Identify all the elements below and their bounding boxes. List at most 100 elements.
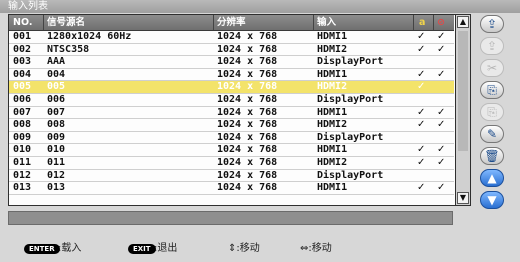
cell-name: AAA (47, 56, 66, 68)
cell-name: 010 (47, 144, 66, 156)
cell-resolution: 1024 x 768 (217, 81, 278, 93)
cell-no: 009 (13, 131, 32, 143)
lock-check-icon: ✓ (417, 144, 426, 156)
lock-check-icon: ✓ (417, 31, 426, 42)
lock-check-icon: ✓ (417, 119, 426, 131)
updown-help-text: ⇕:移动 (228, 243, 260, 254)
cell-name: 009 (47, 131, 66, 143)
scroll-down-arrow-icon[interactable]: ▼ (457, 192, 469, 204)
cell-resolution: 1024 x 768 (217, 119, 278, 131)
move-up-icon: ▲ (487, 171, 497, 185)
lock-check-icon: ✓ (417, 106, 426, 118)
table-row[interactable]: 004 004 1024 x 768 HDMI1 ✓ ✓ (9, 69, 454, 82)
upload-disabled-icon: ⇪ (486, 39, 498, 53)
delete-icon: 🗑 (484, 149, 500, 163)
cell-resolution: 1024 x 768 (217, 68, 278, 80)
col-divider (213, 15, 214, 30)
table-header: NO. 信号源名 分辨率 输入 a ⊘ (9, 15, 454, 31)
cell-resolution: 1024 x 768 (217, 31, 278, 42)
cell-no: 007 (13, 106, 32, 118)
cell-resolution: 1024 x 768 (217, 169, 278, 181)
move-down-icon: ▼ (487, 193, 497, 207)
cut-button: ✂ (480, 59, 504, 77)
cell-name: 011 (47, 156, 66, 168)
col-divider (313, 15, 314, 30)
status-bar (8, 211, 453, 225)
window-title: 输入列表 (8, 1, 48, 12)
cell-no: 013 (13, 182, 32, 194)
skip-check-icon: ✓ (437, 31, 446, 42)
cell-name: 012 (47, 169, 66, 181)
cell-input: DisplayPort (317, 169, 384, 181)
col-header-name: 信号源名 (47, 17, 86, 28)
upload-disabled-button: ⇪ (480, 37, 504, 55)
scrollbar[interactable]: ▲ ▼ (455, 15, 470, 205)
table-row[interactable]: 013 013 1024 x 768 HDMI1 ✓ ✓ (9, 182, 454, 195)
cell-no: 011 (13, 156, 32, 168)
cell-input: HDMI1 (317, 68, 348, 80)
skip-icon: ⊘ (437, 17, 445, 28)
table-row[interactable]: 010 010 1024 x 768 HDMI1 ✓ ✓ (9, 144, 454, 157)
lock-icon: a (419, 17, 426, 28)
copy-button[interactable]: ⎘ (480, 81, 504, 99)
skip-check-icon: ✓ (437, 182, 446, 194)
leftright-help-text: ⇔:移动 (300, 243, 332, 254)
cell-input: DisplayPort (317, 131, 384, 143)
table-row[interactable]: 006 006 1024 x 768 DisplayPort (9, 94, 454, 107)
copy-icon: ⎘ (487, 82, 497, 97)
cell-name: 005 (47, 81, 66, 93)
edit-icon: ✎ (486, 127, 498, 141)
cell-resolution: 1024 x 768 (217, 93, 278, 105)
table-row[interactable]: 012 012 1024 x 768 DisplayPort (9, 170, 454, 183)
cell-name: 008 (47, 119, 66, 131)
cut-icon: ✂ (486, 61, 498, 75)
table-row[interactable]: 007 007 1024 x 768 HDMI1 ✓ ✓ (9, 107, 454, 120)
table-row[interactable]: 008 008 1024 x 768 HDMI2 ✓ ✓ (9, 119, 454, 132)
cell-no: 001 (13, 31, 32, 42)
exit-help-text: :退出 (154, 243, 178, 254)
scrollbar-thumb[interactable] (458, 31, 468, 151)
cell-input: HDMI2 (317, 81, 348, 93)
lock-check-icon: ✓ (417, 68, 426, 80)
table-row[interactable]: 005 005 1024 x 768 HDMI2 ✓ (9, 81, 454, 94)
move-up-button[interactable]: ▲ (480, 169, 504, 187)
cell-resolution: 1024 x 768 (217, 106, 278, 118)
upload-button[interactable]: ⇪ (480, 15, 504, 33)
cell-input: HDMI1 (317, 182, 348, 194)
skip-check-icon: ✓ (437, 156, 446, 168)
skip-check-icon: ✓ (437, 119, 446, 131)
cell-no: 012 (13, 169, 32, 181)
cell-input: DisplayPort (317, 56, 384, 68)
cell-no: 002 (13, 43, 32, 55)
table-row[interactable]: 003 AAA 1024 x 768 DisplayPort (9, 56, 454, 69)
table-row[interactable]: 002 NTSC358 1024 x 768 HDMI2 ✓ ✓ (9, 44, 454, 57)
enter-key-badge: ENTER (24, 244, 60, 254)
paste-button: ⎘ (480, 103, 504, 121)
table-row[interactable]: 001 1280x1024 60Hz 1024 x 768 HDMI1 ✓ ✓ (9, 31, 454, 44)
cell-input: HDMI2 (317, 156, 348, 168)
edit-button[interactable]: ✎ (480, 125, 504, 143)
skip-check-icon: ✓ (437, 144, 446, 156)
move-down-button[interactable]: ▼ (480, 191, 504, 209)
scroll-up-arrow-icon[interactable]: ▲ (457, 16, 469, 28)
cell-input: HDMI2 (317, 119, 348, 131)
skip-check-icon: ✓ (437, 68, 446, 80)
lock-check-icon: ✓ (417, 156, 426, 168)
footer-help: ENTER :载入 EXIT :退出 ⇕:移动 ⇔:移动 (0, 240, 520, 262)
cell-name: 007 (47, 106, 66, 118)
cell-no: 004 (13, 68, 32, 80)
col-header-no: NO. (13, 17, 33, 28)
delete-button[interactable]: 🗑 (480, 147, 504, 165)
table-row[interactable]: 009 009 1024 x 768 DisplayPort (9, 132, 454, 145)
input-list-table: NO. 信号源名 分辨率 输入 a ⊘ 001 1280x1024 60Hz 102… (8, 14, 471, 206)
cell-resolution: 1024 x 768 (217, 131, 278, 143)
enter-help-text: :载入 (58, 243, 82, 254)
skip-check-icon: ✓ (437, 106, 446, 118)
paste-icon: ⎘ (487, 104, 497, 119)
cell-no: 005 (13, 81, 32, 93)
exit-key-badge: EXIT (128, 244, 156, 254)
table-row[interactable]: 011 011 1024 x 768 HDMI2 ✓ ✓ (9, 157, 454, 170)
cell-no: 003 (13, 56, 32, 68)
cell-name: 1280x1024 60Hz (47, 31, 132, 42)
upload-icon: ⇪ (486, 17, 498, 31)
